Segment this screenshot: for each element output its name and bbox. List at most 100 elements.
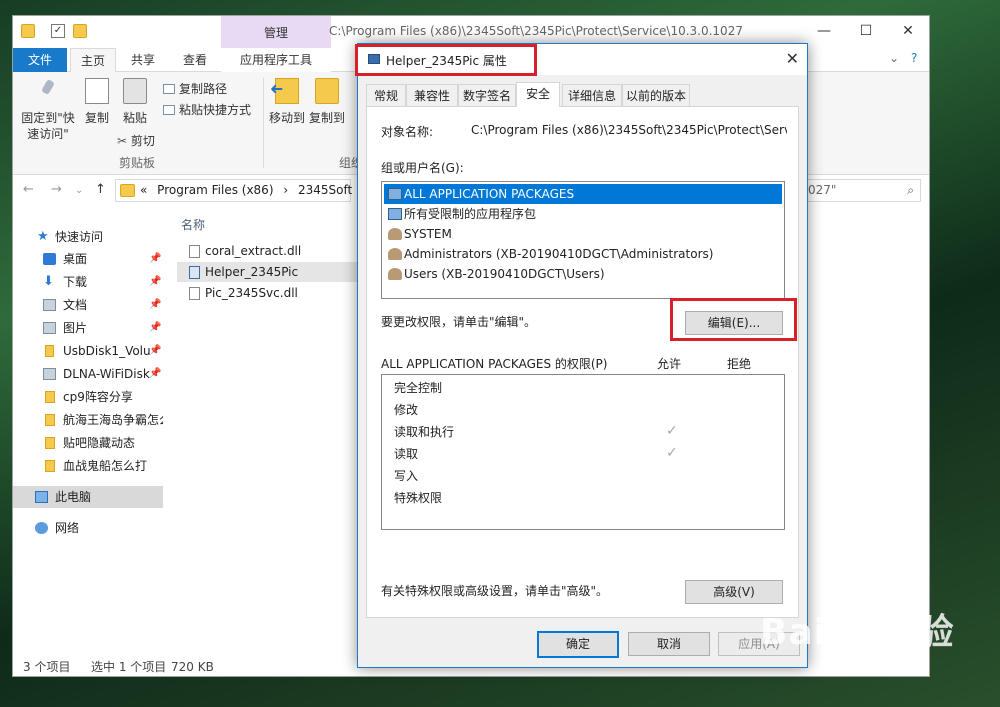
folder-icon	[45, 437, 55, 449]
tab-share[interactable]: 共享	[121, 48, 165, 72]
cut-button[interactable]: ✂ 剪切	[117, 132, 155, 149]
copy-label: 复制	[84, 111, 109, 125]
ok-button[interactable]: 确定	[537, 631, 619, 658]
sidebar-item-downloads[interactable]: ⬇ 下载 📌	[13, 271, 163, 293]
tab-digital-signatures[interactable]: 数字签名	[458, 84, 516, 106]
advanced-button[interactable]: 高级(V)	[685, 580, 783, 604]
sidebar-label: 桌面	[63, 252, 88, 266]
copy-icon	[85, 78, 109, 104]
tab-view[interactable]: 查看	[173, 48, 217, 72]
app-package-icon	[388, 188, 402, 200]
permissions-list: 完全控制 修改 读取和执行 ✓ 读取 ✓ 写入 特殊权限	[381, 374, 785, 530]
file-name: Pic_2345Svc.dll	[205, 286, 298, 300]
pin-quick-access-button[interactable]: 固定到"快 速访问"	[17, 78, 79, 142]
minimize-button[interactable]: —	[809, 20, 839, 42]
cancel-button[interactable]: 取消	[628, 632, 710, 656]
sidebar-item-folder[interactable]: 血战鬼船怎么打	[13, 455, 163, 477]
dialog-tabs: 常规 兼容性 数字签名 安全 详细信息 以前的版本	[366, 82, 796, 107]
tab-previous-versions[interactable]: 以前的版本	[622, 84, 690, 106]
recent-chevron-icon[interactable]: ⌄	[75, 185, 83, 196]
network-icon	[35, 522, 48, 534]
user-list[interactable]: ALL APPLICATION PACKAGES 所有受限制的应用程序包 SYS…	[381, 181, 785, 299]
file-row[interactable]: coral_extract.dll	[177, 241, 357, 261]
sidebar-label: 文档	[63, 298, 88, 312]
pin-icon	[36, 78, 60, 104]
sidebar-item-usbdisk[interactable]: UsbDisk1_Volu 📌	[13, 340, 163, 362]
ribbon-expand-icon[interactable]: ⌄	[889, 51, 899, 65]
manage-tab[interactable]: 管理	[221, 16, 331, 48]
paste-shortcut-icon	[163, 105, 175, 115]
up-arrow-icon[interactable]: ↑	[95, 182, 106, 197]
move-to-button[interactable]: 移动到	[267, 78, 307, 126]
new-folder-icon[interactable]	[73, 24, 87, 38]
paste-icon	[123, 78, 147, 104]
tab-security[interactable]: 安全	[516, 82, 560, 107]
file-row[interactable]: Pic_2345Svc.dll	[177, 283, 357, 303]
search-box[interactable]: 027" ⌕	[803, 179, 921, 202]
address-segment-2345soft[interactable]: 2345Soft	[298, 183, 352, 197]
forward-arrow-icon[interactable]: →	[51, 182, 62, 197]
sidebar-item-dlna[interactable]: DLNA-WiFiDisk 📌	[13, 363, 163, 385]
sidebar-label: 图片	[63, 321, 88, 335]
help-icon[interactable]: ?	[911, 51, 917, 65]
sidebar-label: cp9阵容分享	[63, 390, 133, 404]
sidebar-label: 贴吧隐藏动态	[63, 436, 136, 450]
search-icon[interactable]: ⌕	[907, 183, 914, 198]
window-close-button[interactable]: ✕	[893, 20, 923, 42]
folder-icon[interactable]	[21, 24, 35, 38]
address-bar[interactable]: « Program Files (x86) › 2345Soft ›	[115, 179, 367, 202]
tab-compatibility[interactable]: 兼容性	[406, 84, 458, 106]
sidebar-label: 下载	[63, 275, 88, 289]
paste-button[interactable]: 粘贴	[117, 78, 153, 126]
tab-home[interactable]: 主页	[70, 48, 116, 72]
scissors-icon: ✂	[117, 134, 128, 148]
tab-details[interactable]: 详细信息	[562, 84, 622, 106]
user-row[interactable]: Administrators (XB-20190410DGCT\Administ…	[384, 244, 782, 264]
sidebar-item-this-pc[interactable]: 此电脑	[13, 486, 163, 508]
sidebar-item-folder[interactable]: cp9阵容分享	[13, 386, 163, 408]
copy-path-icon	[163, 84, 175, 94]
allow-column-header: 允许	[657, 357, 682, 371]
address-segment-program-files[interactable]: Program Files (x86)	[157, 183, 273, 197]
copy-button[interactable]: 复制	[79, 78, 115, 126]
paste-shortcut-button[interactable]: 粘贴快捷方式	[163, 101, 251, 118]
dll-file-icon	[189, 245, 200, 258]
sidebar-item-network[interactable]: 网络	[13, 517, 163, 539]
paste-label: 粘贴	[122, 111, 147, 125]
address-overflow[interactable]: «	[140, 183, 147, 197]
tab-file[interactable]: 文件	[13, 48, 67, 72]
copy-path-button[interactable]: 复制路径	[163, 80, 227, 97]
permissions-title: ALL APPLICATION PACKAGES 的权限(P)	[381, 357, 608, 371]
sidebar-label: 航海王海岛争霸怎么	[63, 413, 163, 427]
back-arrow-icon[interactable]: ←	[23, 182, 34, 197]
watermark-logo: Baidu经验	[760, 612, 955, 653]
sidebar-item-pictures[interactable]: 图片 📌	[13, 317, 163, 339]
user-row[interactable]: 所有受限制的应用程序包	[384, 204, 782, 224]
properties-dialog: Helper_2345Pic 属性 ✕ 常规 兼容性 数字签名 安全 详细信息 …	[357, 43, 808, 668]
user-row[interactable]: Users (XB-20190410DGCT\Users)	[384, 264, 782, 284]
deny-column-header: 拒绝	[727, 357, 752, 371]
maximize-button[interactable]: ☐	[851, 20, 881, 42]
properties-check-icon[interactable]: ✓	[51, 24, 65, 38]
dialog-close-button[interactable]: ✕	[786, 49, 799, 68]
user-row-selected[interactable]: ALL APPLICATION PACKAGES	[384, 184, 782, 204]
tab-general[interactable]: 常规	[366, 84, 406, 106]
folder-icon	[45, 460, 55, 472]
pin-label-line2: 速访问"	[27, 127, 69, 141]
sidebar-item-folder[interactable]: 航海王海岛争霸怎么	[13, 409, 163, 431]
column-header-name[interactable]: 名称	[181, 216, 205, 233]
sidebar-item-documents[interactable]: 文档 📌	[13, 294, 163, 316]
desktop-icon	[43, 253, 56, 265]
sidebar-item-desktop[interactable]: 桌面 📌	[13, 248, 163, 270]
tab-app-tools[interactable]: 应用程序工具	[221, 48, 331, 72]
user-row[interactable]: SYSTEM	[384, 224, 782, 244]
copy-to-button[interactable]: 复制到	[307, 78, 347, 126]
file-row-selected[interactable]: Helper_2345Pic	[177, 262, 357, 282]
address-separator[interactable]: ›	[283, 183, 288, 197]
sidebar-item-folder[interactable]: 贴吧隐藏动态	[13, 432, 163, 454]
pinned-icon: 📌	[149, 299, 162, 310]
sidebar-item-quick-access[interactable]: ★ 快速访问	[13, 226, 163, 248]
item-count: 3 个项目	[23, 660, 71, 674]
sidebar-label: 此电脑	[55, 490, 92, 504]
file-name: coral_extract.dll	[205, 244, 302, 258]
